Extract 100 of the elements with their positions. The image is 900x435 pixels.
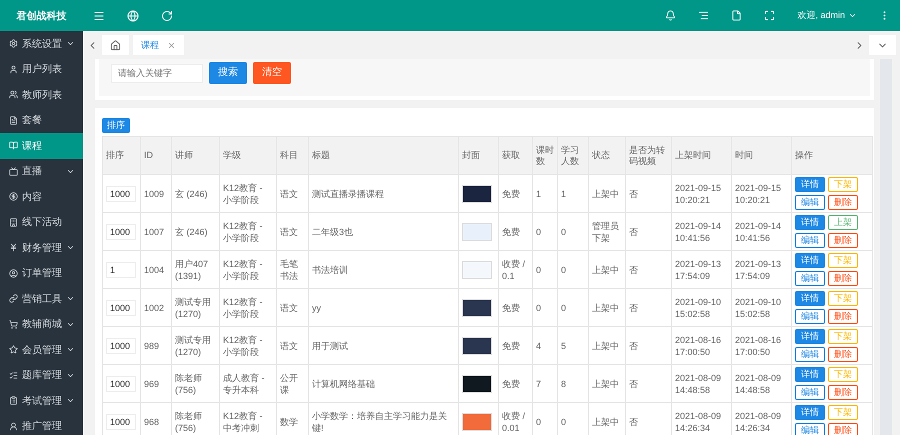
search-field[interactable]: 请输入关键字 bbox=[111, 64, 203, 82]
sidebar-item[interactable]: 教师列表 bbox=[0, 82, 83, 108]
action-button[interactable]: 删除 bbox=[828, 271, 858, 286]
action-button[interactable]: 编辑 bbox=[795, 271, 825, 286]
table-cell: 否 bbox=[626, 250, 672, 288]
sidebar-item[interactable]: 题库管理 bbox=[0, 362, 83, 388]
table-cell: 二年级3也 bbox=[308, 212, 458, 250]
table-cell: 否 bbox=[626, 326, 672, 364]
user-menu[interactable]: 欢迎, admin bbox=[797, 9, 857, 22]
table-cell: yy bbox=[308, 288, 458, 326]
action-button[interactable]: 编辑 bbox=[795, 347, 825, 362]
sidebar-item[interactable]: 财务管理 bbox=[0, 235, 83, 260]
sidebar-item[interactable]: 系统设置 bbox=[0, 31, 83, 56]
table-cell: 0 bbox=[558, 288, 588, 326]
sidebar-item[interactable]: 用户列表 bbox=[0, 56, 83, 82]
home-icon bbox=[110, 40, 121, 50]
table-cell: 1007 bbox=[140, 212, 172, 250]
home-tab[interactable] bbox=[102, 35, 129, 55]
sidebar-item[interactable]: 直播 bbox=[0, 158, 83, 184]
sort-button[interactable]: 排序 bbox=[102, 118, 130, 133]
refresh-icon[interactable] bbox=[161, 10, 173, 22]
list-icon[interactable] bbox=[698, 10, 710, 21]
action-button[interactable]: 编辑 bbox=[795, 385, 825, 400]
sidebar-item[interactable]: 营销工具 bbox=[0, 286, 83, 312]
users-icon bbox=[9, 90, 18, 100]
table-cell: 用于测试 bbox=[308, 326, 458, 364]
table-cell: 玄 (246) bbox=[172, 174, 220, 212]
sort-input[interactable]: 1000 bbox=[106, 338, 136, 354]
globe-icon[interactable] bbox=[127, 10, 139, 22]
file-icon[interactable] bbox=[731, 10, 742, 21]
sort-input[interactable]: 1000 bbox=[106, 224, 136, 240]
action-button[interactable]: 详情 bbox=[795, 405, 825, 420]
action-button[interactable]: 删除 bbox=[828, 309, 858, 324]
sidebar-item[interactable]: 内容 bbox=[0, 184, 83, 210]
search-button[interactable]: 搜索 bbox=[209, 62, 247, 84]
action-button[interactable]: 详情 bbox=[795, 291, 825, 306]
action-button[interactable]: 详情 bbox=[795, 329, 825, 344]
sort-input[interactable]: 1000 bbox=[106, 414, 136, 430]
table-cell: 公开课 bbox=[276, 364, 308, 402]
table-cell: 免费 bbox=[498, 326, 532, 364]
table-cell: 玄 (246) bbox=[172, 212, 220, 250]
table-cell: 语文 bbox=[276, 174, 308, 212]
action-button[interactable]: 删除 bbox=[828, 195, 858, 210]
action-button[interactable]: 删除 bbox=[828, 347, 858, 362]
bell-icon[interactable] bbox=[665, 10, 676, 21]
action-button[interactable]: 详情 bbox=[795, 215, 825, 230]
sidebar-item[interactable]: 课程 bbox=[0, 133, 83, 158]
table-cell: 5 bbox=[558, 326, 588, 364]
table-cell: 2021-09-15 10:20:21 bbox=[732, 174, 792, 212]
sidebar-item[interactable]: 会员管理 bbox=[0, 337, 83, 362]
sidebar-item[interactable]: 线下活动 bbox=[0, 210, 83, 235]
table-cell: 2021-08-16 17:00:50 bbox=[732, 326, 792, 364]
sidebar-item[interactable]: 考试管理 bbox=[0, 388, 83, 414]
action-button[interactable]: 详情 bbox=[795, 253, 825, 268]
sort-input[interactable]: 1000 bbox=[106, 376, 136, 392]
table-cell: 成人教育 - 专升本科 bbox=[220, 364, 276, 402]
action-button[interactable]: 编辑 bbox=[795, 195, 825, 210]
action-button[interactable]: 删除 bbox=[828, 233, 858, 248]
table-cell: 0 bbox=[558, 212, 588, 250]
sidebar-item[interactable]: 推广管理 bbox=[0, 414, 83, 435]
table-cell: 计算机网络基础 bbox=[308, 364, 458, 402]
table-cell: 否 bbox=[626, 288, 672, 326]
yen-icon bbox=[9, 243, 18, 252]
column-header: 是否为转码视频 bbox=[626, 136, 672, 174]
table-cell: 2021-08-09 14:48:58 bbox=[732, 364, 792, 402]
search-button[interactable]: 清空 bbox=[253, 62, 291, 84]
clipboard-icon bbox=[9, 396, 18, 406]
table-cell: 2021-09-14 10:41:56 bbox=[672, 212, 732, 250]
table-cell: 上架中 bbox=[588, 250, 626, 288]
sidebar-item[interactable]: 订单管理 bbox=[0, 260, 83, 286]
action-button[interactable]: 编辑 bbox=[795, 309, 825, 324]
action-button[interactable]: 删除 bbox=[828, 423, 858, 435]
action-button[interactable]: 编辑 bbox=[795, 423, 825, 435]
action-button[interactable]: 详情 bbox=[795, 177, 825, 192]
table-cell: K12教育 - 小学阶段 bbox=[220, 174, 276, 212]
fullscreen-icon[interactable] bbox=[764, 10, 776, 21]
table-cell: 毛笔书法 bbox=[276, 250, 308, 288]
column-header: 获取 bbox=[498, 136, 532, 174]
action-button[interactable]: 详情 bbox=[795, 367, 825, 382]
page-tab[interactable]: 课程 bbox=[133, 35, 184, 55]
action-button[interactable]: 删除 bbox=[828, 385, 858, 400]
sort-input[interactable]: 1000 bbox=[106, 300, 136, 316]
sidebar-item[interactable]: 教辅商城 bbox=[0, 312, 83, 337]
sort-input[interactable]: 1000 bbox=[106, 186, 136, 202]
sidebar-item[interactable]: 套餐 bbox=[0, 108, 83, 133]
sort-input[interactable]: 1 bbox=[106, 262, 136, 278]
column-header: ID bbox=[140, 136, 172, 174]
table-cell: 2021-09-10 15:02:58 bbox=[732, 288, 792, 326]
column-header: 操作 bbox=[792, 136, 872, 174]
table-cell: 1004 bbox=[140, 250, 172, 288]
close-icon[interactable] bbox=[167, 40, 176, 50]
table-cell: 否 bbox=[626, 364, 672, 402]
action-button[interactable]: 编辑 bbox=[795, 233, 825, 248]
table-cell: 免费 bbox=[498, 174, 532, 212]
table-cell: 测试专用 (1270) bbox=[172, 326, 220, 364]
table-cell: 语文 bbox=[276, 326, 308, 364]
action-button[interactable]: 上架 bbox=[828, 215, 858, 230]
menu-icon[interactable] bbox=[93, 10, 105, 22]
checklist-icon bbox=[9, 370, 18, 380]
table-cell: 2021-09-15 10:20:21 bbox=[672, 174, 732, 212]
